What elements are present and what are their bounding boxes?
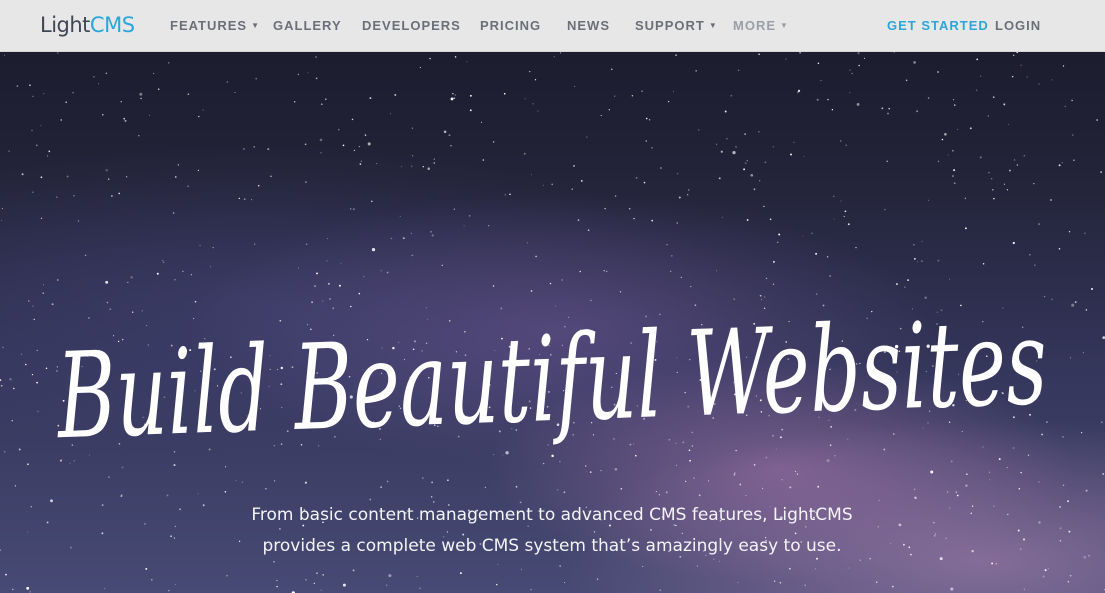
nav-pricing[interactable]: PRICING — [480, 17, 541, 35]
login-link[interactable]: LOGIN — [995, 17, 1041, 35]
hero-subtitle: From basic content management to advance… — [152, 500, 952, 562]
logo-text-cms: CMS — [89, 13, 135, 37]
caret-down-icon: ▼ — [708, 21, 717, 30]
nav-features-label: FEATURES — [170, 18, 248, 33]
nav-support[interactable]: SUPPORT ▼ — [635, 17, 717, 35]
hero-subtitle-line1: From basic content management to advance… — [251, 505, 853, 525]
hero-section: Build Beautiful Websites From basic cont… — [0, 0, 1105, 593]
caret-down-icon: ▼ — [780, 21, 788, 30]
nav-news[interactable]: NEWS — [567, 17, 610, 35]
nav-more-label: MORE — [733, 18, 776, 33]
top-navigation: LightCMS FEATURES ▼ GALLERY DEVELOPERS PR… — [0, 0, 1105, 52]
nav-developers[interactable]: DEVELOPERS — [362, 17, 461, 35]
nav-features[interactable]: FEATURES ▼ — [170, 17, 259, 35]
nav-support-label: SUPPORT — [635, 18, 705, 33]
nav-more[interactable]: MORE ▼ — [733, 17, 788, 35]
hero-headline: Build Beautiful Websites — [54, 293, 1050, 466]
caret-down-icon: ▼ — [251, 21, 260, 30]
svg-text:Build Beautiful Websites: Build Beautiful Websites — [54, 293, 1050, 466]
nav-gallery[interactable]: GALLERY — [273, 17, 342, 35]
hero-subtitle-line2: provides a complete web CMS system that’… — [262, 536, 842, 556]
lightcms-logo[interactable]: LightCMS — [40, 11, 135, 39]
get-started-link[interactable]: GET STARTED — [887, 17, 989, 35]
logo-text-light: Light — [40, 13, 90, 37]
